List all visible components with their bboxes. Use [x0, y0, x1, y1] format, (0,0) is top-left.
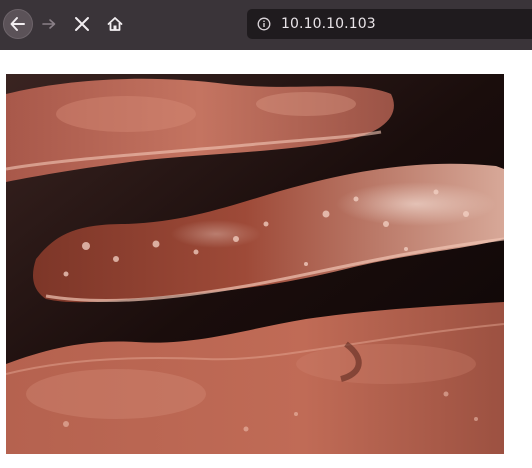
home-button[interactable] — [100, 9, 130, 39]
forward-button[interactable] — [34, 9, 64, 39]
bacon-photo — [6, 74, 504, 454]
back-button[interactable] — [3, 9, 33, 39]
arrow-right-icon — [42, 19, 56, 29]
home-icon — [107, 17, 123, 31]
page-content — [0, 50, 532, 468]
info-icon[interactable] — [257, 17, 271, 31]
close-icon — [75, 17, 89, 31]
browser-toolbar: 10.10.10.103 — [0, 0, 532, 50]
url-text: 10.10.10.103 — [281, 16, 376, 32]
address-bar[interactable]: 10.10.10.103 — [247, 9, 532, 39]
arrow-left-icon — [10, 17, 25, 31]
stop-button[interactable] — [67, 9, 97, 39]
